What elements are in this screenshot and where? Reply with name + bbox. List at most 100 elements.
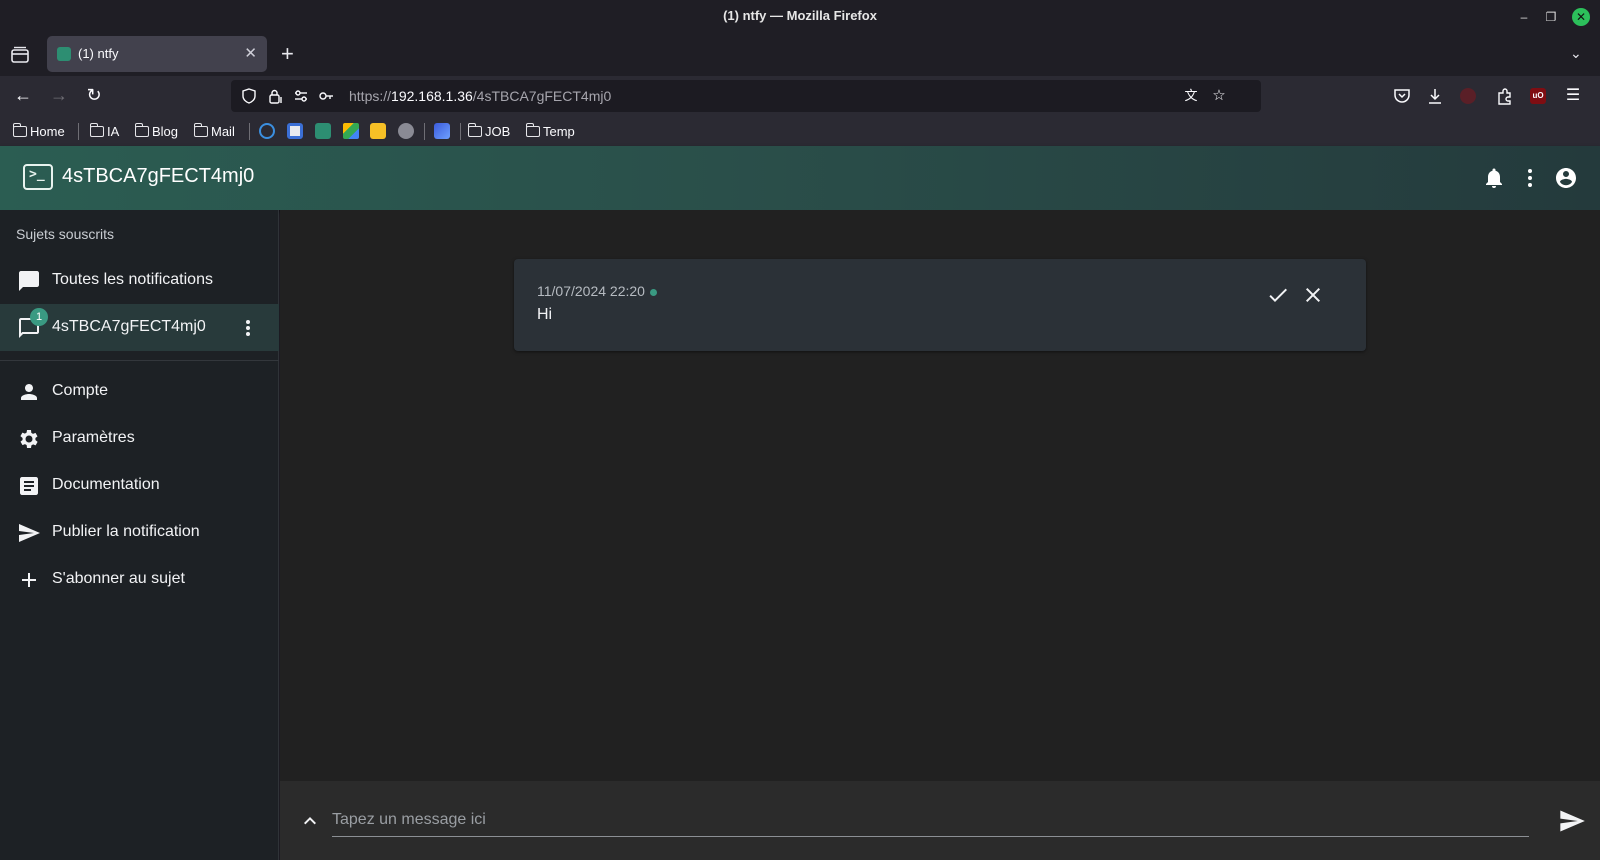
mark-read-check-icon[interactable] [1266, 283, 1290, 307]
account-circle-icon[interactable] [1554, 166, 1578, 190]
lock-warning-icon[interactable] [267, 88, 283, 104]
window-titlebar: (1) ntfy — Mozilla Firefox – ❐ ✕ [0, 0, 1600, 34]
ntfy-logo-icon[interactable]: >_ [23, 164, 53, 190]
bell-icon[interactable] [1482, 166, 1506, 190]
tab-close-icon[interactable]: ✕ [244, 44, 257, 62]
plus-icon [22, 573, 36, 587]
bookmark-folder-temp[interactable]: Temp [525, 122, 575, 139]
chat-icon [19, 271, 39, 291]
forward-icon[interactable]: → [47, 84, 71, 108]
folder-icon [134, 122, 149, 137]
notification-timestamp: 11/07/2024 22:20 [537, 283, 645, 299]
sidebar-item-label: Compte [52, 382, 109, 399]
pocket-icon[interactable] [1392, 86, 1412, 106]
bookmark-star-icon[interactable]: ☆ [1211, 88, 1227, 104]
page-title: 4sTBCA7gFECT4mj0 [62, 165, 255, 187]
topic-more-icon[interactable] [238, 316, 258, 340]
tab-strip: (1) ntfy ✕ + ⌄ [0, 34, 1600, 76]
minimize-icon[interactable]: – [1515, 8, 1533, 26]
unread-badge: 1 [30, 308, 48, 326]
folder-icon [525, 122, 540, 137]
sidebar-divider [0, 360, 279, 361]
sidebar-item-settings[interactable]: Paramètres [0, 415, 279, 462]
url-host: 192.168.1.36 [391, 88, 473, 104]
folder-icon [89, 122, 104, 137]
main-content: 11/07/2024 22:20 Hi [280, 210, 1600, 860]
bookmark-label: JOB [485, 123, 511, 139]
bookmark-favicon-grey-icon[interactable] [398, 123, 414, 139]
sidebar: Sujets souscrits Toutes les notification… [0, 210, 279, 860]
back-icon[interactable]: ← [11, 84, 35, 108]
bookmark-folder-home[interactable]: Home [12, 122, 65, 139]
ntfy-favicon [57, 47, 71, 61]
sidebar-item-account[interactable]: Compte [0, 368, 279, 415]
sidebar-item-label: Documentation [52, 476, 160, 493]
extension-red-icon[interactable] [1460, 88, 1476, 104]
chevron-up-icon[interactable] [298, 809, 322, 833]
bookmark-favicon-drive-icon[interactable] [343, 123, 359, 139]
message-input[interactable] [332, 803, 1529, 837]
extensions-puzzle-icon[interactable] [1495, 86, 1515, 106]
bookmark-label: Mail [211, 123, 235, 139]
browser-tab[interactable]: (1) ntfy ✕ [47, 36, 267, 72]
sidebar-item-topic[interactable]: 1 4sTBCA7gFECT4mj0 [0, 304, 279, 351]
folder-icon [193, 122, 208, 137]
app-header: >_ 4sTBCA7gFECT4mj0 [0, 146, 1600, 210]
tab-list-icon[interactable] [10, 46, 30, 64]
reload-icon[interactable]: ↻ [82, 84, 106, 108]
bookmark-favicon-blue-icon[interactable] [259, 123, 275, 139]
sidebar-header: Sujets souscrits [16, 226, 115, 242]
window-close-icon[interactable]: ✕ [1572, 8, 1590, 26]
maximize-icon[interactable]: ❐ [1542, 8, 1560, 26]
window-title: (1) ntfy — Mozilla Firefox [723, 8, 877, 23]
folder-icon [12, 122, 27, 137]
bookmark-folder-blog[interactable]: Blog [134, 122, 179, 139]
url-scheme: https:// [349, 88, 392, 104]
bookmark-folder-job[interactable]: JOB [467, 122, 511, 139]
download-icon[interactable] [1425, 86, 1445, 106]
sidebar-item-publish[interactable]: Publier la notification [0, 509, 279, 556]
gear-icon [20, 430, 38, 448]
url-text[interactable]: https://192.168.1.36/4sTBCA7gFECT4mj0 [349, 88, 611, 104]
bookmark-label: Blog [152, 123, 179, 139]
folder-icon [467, 122, 482, 137]
tab-title: (1) ntfy [78, 46, 119, 61]
ublock-origin-icon[interactable]: uO [1530, 88, 1546, 104]
send-message-icon[interactable] [1558, 807, 1586, 835]
notification-card: 11/07/2024 22:20 Hi [514, 259, 1366, 351]
bookmark-separator [78, 123, 79, 140]
sidebar-item-label: Publier la notification [52, 523, 200, 540]
url-bar[interactable]: https://192.168.1.36/4sTBCA7gFECT4mj0 文 … [231, 80, 1261, 112]
bookmark-folder-mail[interactable]: Mail [193, 122, 235, 139]
bookmark-label: IA [107, 123, 120, 139]
key-icon[interactable] [318, 88, 334, 104]
bookmark-favicon-ntfy-icon[interactable] [315, 123, 331, 139]
permissions-icon[interactable] [293, 88, 309, 104]
sidebar-item-all-notifications[interactable]: Toutes les notifications [0, 257, 279, 304]
hamburger-menu-icon[interactable]: ☰ [1563, 86, 1583, 106]
more-vertical-icon[interactable] [1518, 166, 1542, 190]
bookmark-folder-ia[interactable]: IA [89, 122, 120, 139]
navigation-toolbar: ← → ↻ https://192.168.1.36/4sTBCA7gFECT4… [0, 76, 1600, 116]
bookmark-separator [460, 123, 461, 140]
terminal-prompt-glyph: >_ [29, 167, 45, 182]
send-icon [19, 524, 40, 542]
sidebar-item-subscribe[interactable]: S'abonner au sujet [0, 556, 279, 603]
translate-icon[interactable]: 文 [1183, 88, 1199, 104]
sidebar-item-label: Paramètres [52, 429, 135, 446]
chevron-down-icon[interactable]: ⌄ [1570, 45, 1582, 62]
bookmark-label: Temp [543, 123, 575, 139]
message-composer [280, 781, 1600, 860]
person-icon [21, 384, 37, 400]
sidebar-item-documentation[interactable]: Documentation [0, 462, 279, 509]
bookmark-separator [249, 123, 250, 140]
bookmark-favicon-blue2-icon[interactable] [434, 123, 450, 139]
dismiss-close-icon[interactable] [1301, 283, 1325, 307]
bookmark-favicon-app-icon[interactable] [287, 123, 303, 139]
bookmark-label: Home [30, 123, 65, 139]
bookmark-favicon-keep-icon[interactable] [370, 123, 386, 139]
bookmarks-toolbar: Home IA Blog Mail JOB Temp [0, 116, 1600, 146]
new-tab-icon[interactable]: + [281, 41, 294, 67]
shield-icon[interactable] [241, 88, 257, 104]
bookmark-separator [424, 123, 425, 140]
